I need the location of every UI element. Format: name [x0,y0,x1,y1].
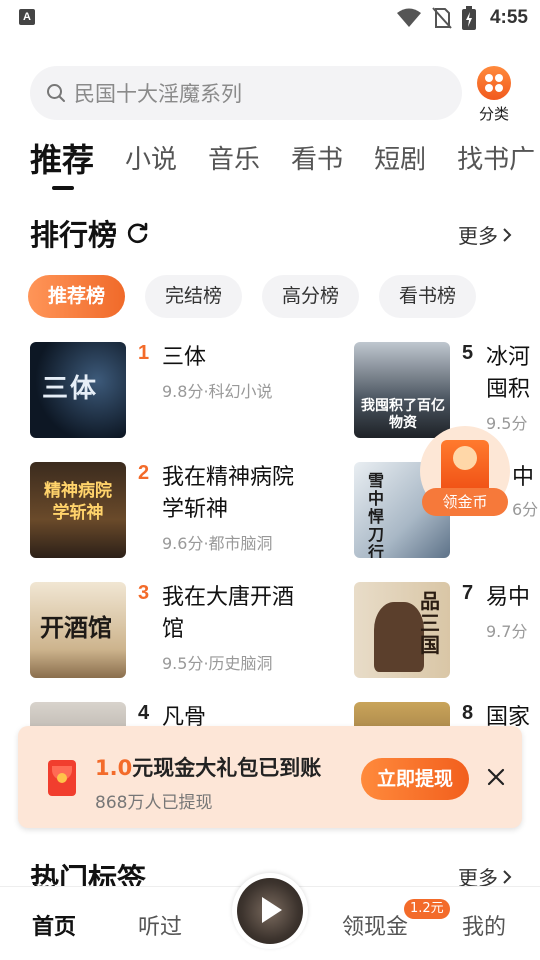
search-bar[interactable]: 民国十大淫魔系列 [30,66,462,120]
list-item[interactable]: 三体 1 三体 9.8分·科幻小说 [30,342,330,442]
nav-home[interactable]: 首页 [32,909,76,941]
ranking-chips: 推荐榜 完结榜 高分榜 看书榜 [28,275,540,319]
cash-banner[interactable]: 1.0元现金大礼包已到账 868万人已提现 立即提现 [18,726,522,828]
earn-badge: 1.2元 [404,899,450,919]
cover-title: 雪中悍刀行 [368,471,385,559]
ranking-header: 排行榜 更多 [30,212,512,256]
clock: 4:55 [489,7,528,28]
refresh-icon[interactable] [126,221,150,245]
book-cover: 精神病院学斩神 [30,462,126,558]
list-item[interactable]: 品三国 7 易中 9.7分 [354,582,540,682]
list-item[interactable]: 开酒馆 3 我在大唐开酒馆 9.5分·历史脑洞 [30,582,330,682]
play-icon [262,897,282,923]
list-item[interactable]: 精神病院学斩神 2 我在精神病院学斩神 9.6分·都市脑洞 [30,462,330,562]
book-cover: 开酒馆 [30,582,126,678]
book-title: 冰河 囤积 [486,345,531,402]
book-meta: 6分 [512,500,539,519]
book-cover: 三体 [30,342,126,438]
cover-title: 三体 [42,374,99,404]
banner-subtitle: 868万人已提现 [95,793,213,813]
no-sim-icon [432,7,452,29]
rank-number: 4 [138,702,150,724]
book-meta: 9.5分·历史脑洞 [162,654,273,673]
tab-find-book[interactable]: 找书广 [457,140,535,180]
more-label: 更多 [458,866,498,886]
book-title: 我在大唐开酒馆 [162,585,295,642]
book-cover: 品三国 [354,582,450,678]
ranking-more-link[interactable]: 更多 [458,220,512,249]
rank-number: 1 [138,342,150,364]
category-label: 分类 [478,105,509,123]
rank-number: 2 [138,462,150,484]
book-meta: 9.6分·都市脑洞 [162,534,273,553]
search-icon [46,83,66,103]
chevron-right-icon [503,869,512,884]
hot-tags-more-link[interactable]: 更多 [458,862,512,886]
notification-a-icon: A [19,9,35,25]
top-tabs: 推荐 小说 音乐 看书 短剧 找书广 [30,140,540,190]
cover-title: 精神病院学斩神 [44,481,112,523]
book-cover: 我囤积了百亿物资 [354,342,450,438]
chip-high-score[interactable]: 高分榜 [262,275,360,318]
red-envelope-icon [441,440,489,494]
rank-number: 3 [138,582,150,604]
bottom-nav: 首页 听过 领现金 1.2元 我的 [0,873,540,960]
category-button[interactable]: 分类 [476,66,512,124]
dots-grid-icon [477,66,511,100]
withdraw-button[interactable]: 立即提现 [361,758,469,800]
tab-reading[interactable]: 看书 [291,140,343,180]
red-packet-icon [48,760,76,796]
close-icon[interactable] [486,767,506,787]
banner-title: 1.0元现金大礼包已到账 [95,752,321,782]
book-title: 易中 [486,585,531,610]
tab-recommend[interactable]: 推荐 [30,140,94,190]
nav-earn-cash[interactable]: 领现金 [342,909,408,941]
status-bar: A 4:55 [0,0,540,36]
book-title: 我在精神病院学斩神 [162,465,295,522]
rank-number: 5 [462,342,474,364]
nav-mine[interactable]: 我的 [462,909,506,941]
floating-coin-widget[interactable]: 领金币 [420,426,510,518]
nav-listened[interactable]: 听过 [138,909,182,941]
cover-title: 开酒馆 [40,614,112,642]
search-placeholder: 民国十大淫魔系列 [74,82,242,106]
wifi-icon [396,8,421,27]
chip-reading[interactable]: 看书榜 [379,275,477,318]
more-label: 更多 [458,224,498,248]
tab-music[interactable]: 音乐 [208,140,260,180]
book-title: 中 [512,465,535,490]
tab-short-drama[interactable]: 短剧 [374,140,426,180]
battery-charging-icon [461,6,476,30]
book-meta: 9.8分·科幻小说 [162,382,273,401]
book-title: 三体 [162,345,207,370]
tab-novel[interactable]: 小说 [125,140,177,180]
banner-amount: 1.0 [95,756,133,780]
rank-number: 7 [462,582,474,604]
chip-recommend[interactable]: 推荐榜 [28,275,126,318]
book-meta: 9.7分 [486,622,528,641]
ranking-title: 排行榜 [30,218,118,252]
status-icons: 4:55 [396,4,528,32]
player-button[interactable] [232,873,308,949]
chip-completed[interactable]: 完结榜 [145,275,243,318]
cover-title: 品三国 [420,589,440,657]
coin-label: 领金币 [422,488,508,516]
chevron-right-icon [503,227,512,242]
hot-tags-title: 热门标签 [30,862,147,886]
rank-number: 8 [462,702,474,724]
banner-title-text: 元现金大礼包已到账 [132,756,322,780]
